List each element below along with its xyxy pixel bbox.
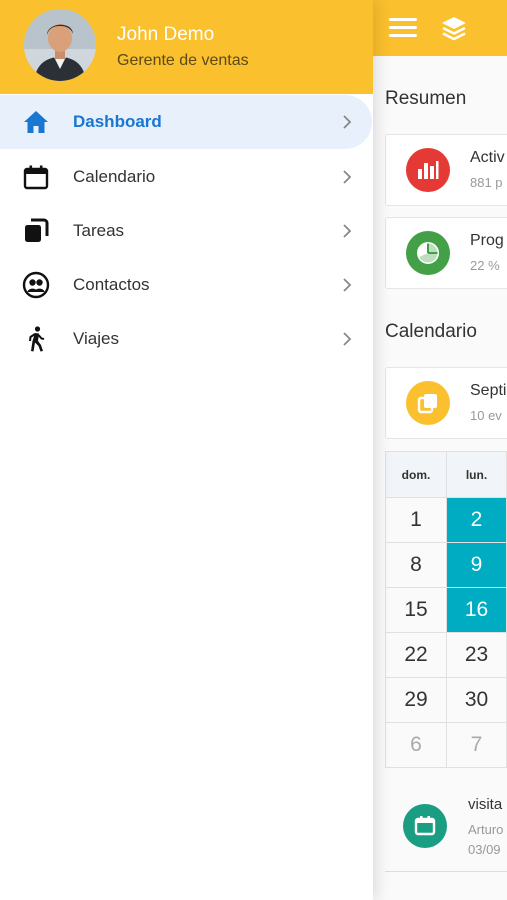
event-date: 03/09 (468, 842, 501, 857)
contacts-icon (22, 271, 50, 299)
calendar-day[interactable]: 29 (385, 677, 447, 723)
copy-icon (406, 381, 450, 425)
pie-chart-icon (406, 231, 450, 275)
chevron-right-icon (343, 115, 352, 129)
drawer-item-label: Viajes (73, 329, 119, 348)
weekday-header: lun. (445, 451, 507, 498)
calendar-day[interactable]: 22 (385, 632, 447, 678)
calendar-summary-card[interactable]: Septi 10 ev (385, 367, 507, 439)
card-subtitle: 881 p (470, 175, 503, 190)
drawer-item-label: Dashboard (73, 112, 162, 131)
card-title: Prog (470, 232, 504, 249)
card-subtitle: 10 ev (470, 408, 502, 423)
calendar-day[interactable]: 30 (445, 677, 507, 723)
section-title-resumen: Resumen (385, 88, 467, 109)
drawer-item-label: Calendario (73, 167, 156, 186)
drawer-item-dashboard[interactable]: Dashboard (0, 95, 372, 149)
calendar-day-selected[interactable]: 2 (445, 497, 507, 543)
navigation-drawer: John Demo Gerente de ventas Dashboard Ca… (0, 0, 373, 900)
chevron-right-icon (343, 170, 352, 184)
chevron-right-icon (343, 332, 352, 346)
card-subtitle: 22 % (470, 258, 500, 273)
home-icon (24, 111, 48, 133)
summary-card-progress[interactable]: Prog 22 % (385, 217, 507, 289)
drawer-item-calendario[interactable]: Calendario (0, 150, 372, 204)
app-toolbar (373, 0, 507, 56)
card-title: Septi (470, 382, 507, 399)
walking-icon (29, 326, 45, 352)
section-title-calendario: Calendario (385, 321, 477, 342)
drawer-item-label: Contactos (73, 275, 150, 294)
calendar-day[interactable]: 23 (445, 632, 507, 678)
calendar-day-selected[interactable]: 9 (445, 542, 507, 588)
calendar-day-outside-month[interactable]: 6 (385, 722, 447, 768)
chevron-right-icon (343, 224, 352, 238)
divider (385, 871, 507, 872)
calendar-day[interactable]: 15 (385, 587, 447, 633)
event-title: visita (468, 796, 503, 813)
drawer-item-tareas[interactable]: Tareas (0, 204, 372, 258)
dashboard-content: Resumen Activ 881 p Prog 22 % Calendario… (373, 56, 507, 900)
drawer-header: John Demo Gerente de ventas (0, 0, 373, 94)
chevron-right-icon (343, 278, 352, 292)
summary-card-activity[interactable]: Activ 881 p (385, 134, 507, 206)
weekday-header: dom. (385, 451, 447, 498)
drawer-item-viajes[interactable]: Viajes (0, 312, 372, 366)
card-title: Activ (470, 149, 505, 166)
avatar[interactable] (24, 9, 96, 81)
tasks-icon (25, 218, 49, 242)
user-role: Gerente de ventas (117, 52, 249, 69)
drawer-item-contactos[interactable]: Contactos (0, 258, 372, 312)
calendar-day-selected[interactable]: 16 (445, 587, 507, 633)
calendar-day[interactable]: 1 (385, 497, 447, 543)
calendar-icon (23, 165, 49, 190)
user-name: John Demo (117, 24, 215, 45)
event-list-item[interactable]: visita Arturo 03/09 (385, 784, 507, 870)
menu-icon[interactable] (389, 18, 417, 38)
calendar-icon (403, 804, 447, 848)
event-contact: Arturo (468, 822, 504, 837)
calendar-day-outside-month[interactable]: 7 (445, 722, 507, 768)
month-calendar: dom. lun. 1 2 8 9 15 16 22 23 29 30 6 7 (385, 451, 507, 768)
bar-chart-icon (406, 148, 450, 192)
drawer-item-label: Tareas (73, 221, 125, 240)
calendar-day[interactable]: 8 (385, 542, 447, 588)
layers-icon[interactable] (439, 14, 469, 44)
